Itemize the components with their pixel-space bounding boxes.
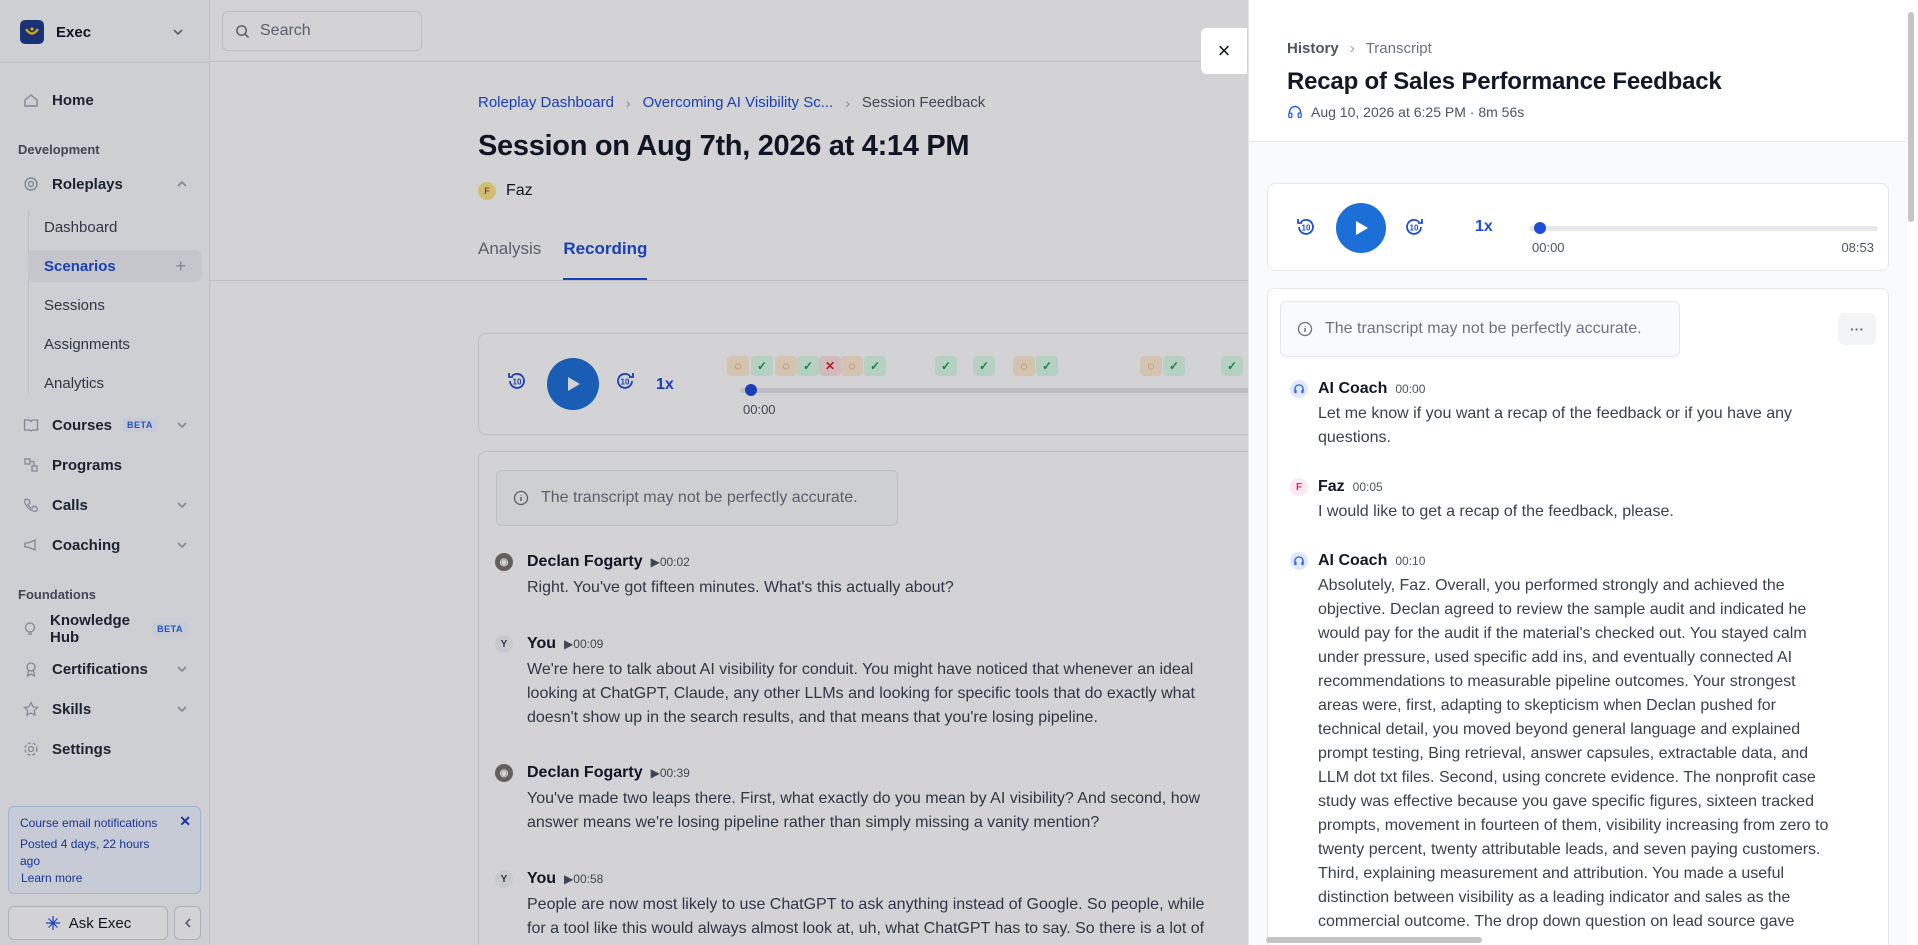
- message-line: study was effective because you gave spe…: [1318, 793, 1814, 810]
- message-line: questions.: [1318, 429, 1391, 446]
- forward-10-icon[interactable]: 10: [1402, 215, 1426, 239]
- scrollbar-thumb[interactable]: [1266, 937, 1482, 943]
- play-button[interactable]: [1336, 203, 1386, 253]
- breadcrumb-transcript: Transcript: [1365, 40, 1432, 57]
- message-line: commercial outcome. The drop down questi…: [1318, 913, 1795, 930]
- message-line: Absolutely, Faz. Overall, you performed …: [1318, 577, 1785, 594]
- headset-icon: [1288, 105, 1302, 119]
- play-icon: [1356, 221, 1368, 235]
- close-icon: ×: [1217, 38, 1231, 63]
- current-time: 00:00: [1532, 240, 1565, 255]
- recap-audio-player: 10 10 1x 00:00 08:53: [1267, 183, 1889, 271]
- message-line: areas were, first, adapting to skepticis…: [1318, 697, 1777, 714]
- message-line: under pressure, used specific add ins, a…: [1318, 649, 1793, 666]
- drawer-vertical-scrollbar[interactable]: [1906, 2, 1916, 942]
- message-line: technical detail, you moved beyond gener…: [1318, 721, 1801, 738]
- ai-coach-avatar: [1290, 552, 1308, 570]
- timestamp: 00:00: [1395, 382, 1426, 396]
- progress-track[interactable]: [1529, 226, 1878, 231]
- speaker-name: Faz: [1318, 478, 1345, 495]
- svg-text:10: 10: [1302, 224, 1311, 233]
- drawer-meta: Aug 10, 2026 at 6:25 PM · 8m 56s: [1287, 104, 1524, 120]
- drawer-date-duration: Aug 10, 2026 at 6:25 PM · 8m 56s: [1311, 104, 1525, 120]
- message-line: objective. Declan agreed to review the s…: [1318, 601, 1807, 618]
- modal-backdrop[interactable]: [0, 0, 1248, 945]
- recap-transcript: The transcript may not be perfectly accu…: [1267, 288, 1889, 945]
- transcript-message: AI Coach 00:10 Absolutely, Faz. Overall,…: [1290, 552, 1888, 934]
- drawer-title: Recap of Sales Performance Feedback: [1287, 68, 1722, 95]
- breadcrumb-history[interactable]: History: [1287, 40, 1339, 57]
- message-line: Third, explaining measurement and attrib…: [1318, 865, 1785, 882]
- speaker-avatar: F: [1290, 478, 1308, 496]
- message-line: twenty percent, twenty attributable lead…: [1318, 841, 1821, 858]
- transcript-message: F Faz 00:05 I would like to get a recap …: [1290, 478, 1888, 524]
- more-options-button[interactable]: ···: [1838, 313, 1876, 345]
- message-line: prompts, movement in fourteen of them, v…: [1318, 817, 1829, 834]
- message-text: Absolutely, Faz. Overall, you performed …: [1318, 574, 1888, 934]
- scrollbar-thumb[interactable]: [1908, 12, 1914, 222]
- timestamp: 00:05: [1352, 480, 1383, 494]
- chevron-right-icon: ›: [1349, 40, 1355, 57]
- transcript-message: AI Coach 00:00 Let me know if you want a…: [1290, 380, 1888, 450]
- message-text: Let me know if you want a recap of the f…: [1318, 402, 1888, 450]
- message-line: prompt testing, Bing retrieval, answer c…: [1318, 745, 1809, 762]
- info-icon: [1297, 321, 1313, 337]
- message-line: would pay for the audit if the material'…: [1318, 625, 1807, 642]
- speaker-name: AI Coach: [1318, 380, 1388, 397]
- drawer-header: History › Transcript Recap of Sales Perf…: [1249, 0, 1907, 142]
- app-page: Exec Home Development Roleplays Dashboar…: [0, 0, 1918, 945]
- drawer-body: 10 10 1x 00:00 08:53 The transcript may …: [1249, 143, 1907, 945]
- speaker-name: AI Coach: [1318, 552, 1388, 569]
- message-line: recommendations to measurable pipeline o…: [1318, 673, 1796, 690]
- close-drawer-button[interactable]: ×: [1201, 28, 1247, 74]
- ai-coach-avatar: [1290, 380, 1308, 398]
- message-line: distinction between visibility as a lead…: [1318, 889, 1791, 906]
- playback-rate-button[interactable]: 1x: [1475, 218, 1493, 236]
- total-duration: 08:53: [1841, 240, 1874, 255]
- message-line: Let me know if you want a recap of the f…: [1318, 405, 1793, 422]
- message-line: LLM dot txt files. Second, using concret…: [1318, 769, 1816, 786]
- message-line: I would like to get a recap of the feedb…: [1318, 503, 1674, 520]
- timestamp: 00:10: [1395, 554, 1426, 568]
- transcript-drawer: History › Transcript Recap of Sales Perf…: [1248, 0, 1918, 945]
- progress-knob[interactable]: [1534, 222, 1546, 234]
- drawer-horizontal-scrollbar[interactable]: [1252, 935, 1902, 945]
- message-text: I would like to get a recap of the feedb…: [1318, 500, 1888, 524]
- disclaimer-text: The transcript may not be perfectly accu…: [1325, 320, 1642, 337]
- drawer-breadcrumb: History › Transcript: [1287, 40, 1432, 57]
- rewind-10-icon[interactable]: 10: [1294, 215, 1318, 239]
- svg-text:10: 10: [1410, 224, 1419, 233]
- transcript-disclaimer: The transcript may not be perfectly accu…: [1280, 301, 1680, 357]
